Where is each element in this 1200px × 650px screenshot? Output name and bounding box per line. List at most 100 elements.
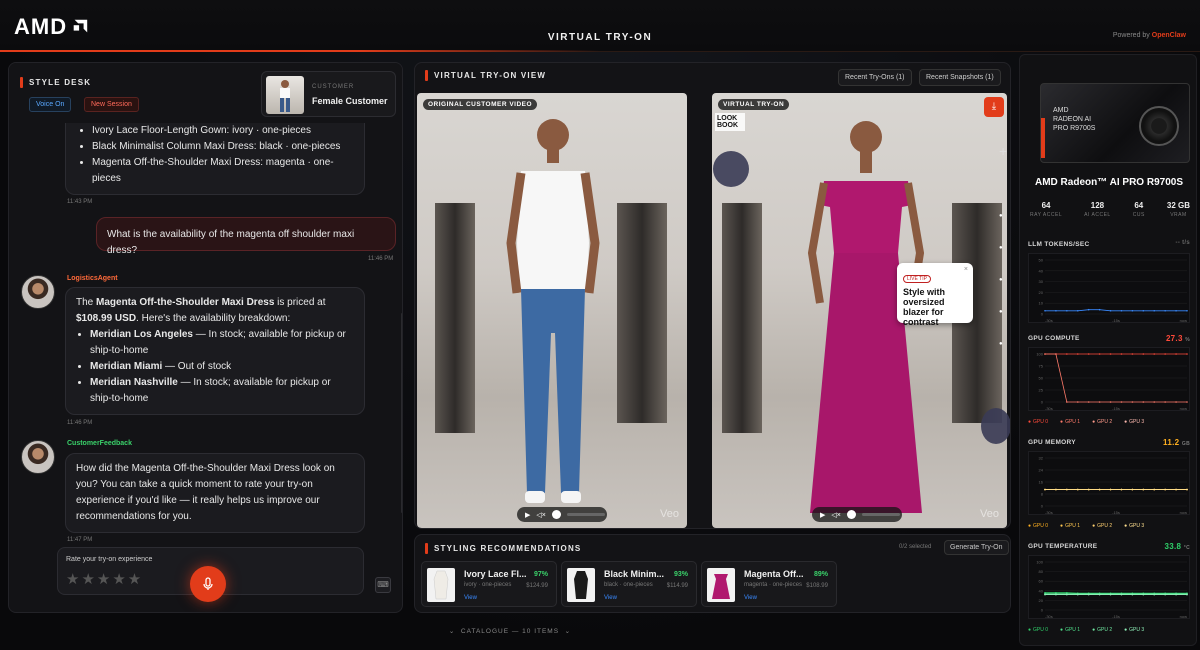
download-button[interactable]: ⤓ <box>984 97 1004 117</box>
logistics-agent-name: LogisticsAgent <box>67 275 118 282</box>
mute-icon[interactable]: ◁× <box>536 511 545 519</box>
microphone-button[interactable] <box>190 566 226 602</box>
timestamp: 11:43 PM <box>67 199 93 205</box>
gpu-specs: 64 RAY ACCEL 128 AI ACCEL 64 CUS 32 GB VRAM <box>1030 201 1190 218</box>
play-icon[interactable]: ▶ <box>820 511 825 519</box>
try-on-video-label: VIRTUAL TRY-ON <box>718 99 790 110</box>
keyboard-button[interactable]: ⌨ <box>375 577 391 593</box>
y-tick-label: 0 <box>1041 504 1044 509</box>
recent-snapshots-button[interactable]: Recent Snapshots (1) <box>919 69 1001 86</box>
product-thumbnail <box>427 568 455 602</box>
voice-on-chip[interactable]: Voice On <box>29 97 72 112</box>
rating-label: Rate your try-on experience <box>66 556 153 563</box>
data-point <box>1142 401 1145 403</box>
nav-dot[interactable]: ● <box>999 277 1003 283</box>
data-point <box>1087 488 1090 491</box>
video-player-controls[interactable]: ▶ ◁× <box>517 507 607 522</box>
product-subtitle: ivory · one-pieces <box>464 582 512 588</box>
data-point <box>1131 353 1134 355</box>
match-percent: 93% <box>673 571 688 578</box>
gpu-compute-header: GPU COMPUTE 27.3 % <box>1028 334 1190 343</box>
data-point <box>1098 353 1101 355</box>
data-point <box>1109 593 1112 596</box>
data-point <box>1175 488 1177 491</box>
data-point <box>1109 353 1112 355</box>
prev-nav-button[interactable] <box>713 151 749 187</box>
seek-track[interactable] <box>566 513 605 516</box>
play-icon[interactable]: ▶ <box>525 511 530 519</box>
add-button[interactable]: + <box>999 143 1007 159</box>
view-link[interactable]: View <box>604 595 617 601</box>
y-tick-label: 50 <box>1039 376 1044 381</box>
view-link[interactable]: View <box>464 595 477 601</box>
match-percent: 97% <box>533 571 548 578</box>
data-point <box>1098 488 1101 491</box>
top-bar: AMD VIRTUAL TRY-ON Powered by OpenClaw <box>0 0 1200 52</box>
data-point <box>1153 593 1156 596</box>
data-point <box>1087 593 1090 596</box>
seek-track[interactable] <box>861 513 900 516</box>
list-item: Ivory Lace Floor-Length Gown: ivory · on… <box>92 123 354 139</box>
nav-dot[interactable]: ● <box>999 309 1003 315</box>
spec-ai-accel: 128 AI ACCEL <box>1084 201 1111 218</box>
new-session-button[interactable]: New Session <box>84 97 139 112</box>
data-point <box>1098 401 1101 403</box>
list-item: Magenta Off-the-Shoulder Maxi Dress: mag… <box>92 155 354 187</box>
data-point <box>1076 353 1079 355</box>
data-point <box>1120 309 1123 312</box>
mute-icon[interactable]: ◁× <box>831 511 840 519</box>
customer-card[interactable]: CUSTOMER Female Customer <box>261 71 396 117</box>
nav-dot[interactable]: ● <box>999 213 1003 219</box>
gpu-memory-header: GPU MEMORY 11.2 GB <box>1028 438 1190 447</box>
recent-tryons-button[interactable]: Recent Try-Ons (1) <box>838 69 912 86</box>
data-point <box>1175 593 1177 596</box>
recommendation-card[interactable]: Ivory Lace Fl... ivory · one-pieces 97% … <box>421 561 557 607</box>
catalogue-toggle[interactable]: ⌄ CATALOGUE — 10 ITEMS ⌄ <box>0 627 1020 635</box>
x-tick-label: now <box>1180 614 1187 619</box>
try-on-panel: VIRTUAL TRY-ON VIEW Recent Try-Ons (1) R… <box>414 62 1011 529</box>
gpu-temp-header: GPU TEMPERATURE 33.8 °C <box>1028 542 1190 551</box>
video-player-controls[interactable]: ▶ ◁× <box>812 507 902 522</box>
agent-intro: The Magenta Off-the-Shoulder Maxi Dress … <box>76 297 326 324</box>
x-tick-label: now <box>1180 406 1187 411</box>
product-name: Black Minim... <box>604 569 665 579</box>
close-icon[interactable]: × <box>964 266 968 273</box>
data-point <box>1098 593 1101 596</box>
recommendation-card[interactable]: Magenta Off... magenta · one-pieces 89% … <box>701 561 837 607</box>
generate-tryon-button[interactable]: Generate Try-On <box>944 540 1009 555</box>
data-point <box>1186 353 1188 355</box>
data-point <box>1066 353 1068 355</box>
styling-recommendations-panel: STYLING RECOMMENDATIONS 0/2 selected Gen… <box>414 534 1011 613</box>
data-point <box>1120 401 1123 403</box>
chat-scrollbar[interactable] <box>401 313 402 513</box>
data-point <box>1142 488 1145 491</box>
data-point <box>1087 353 1090 355</box>
gpu-box-label: AMD RADEON AI PRO R9700S <box>1053 107 1096 132</box>
data-point <box>1066 309 1068 312</box>
seek-knob[interactable] <box>551 510 561 519</box>
data-point <box>1076 593 1079 596</box>
spec-ray-accel: 64 RAY ACCEL <box>1030 201 1063 218</box>
gpu-accent <box>1041 118 1045 158</box>
nav-dot[interactable]: ● <box>999 341 1003 347</box>
star-rating[interactable]: ★★★★★ <box>66 570 143 588</box>
data-point <box>1076 309 1079 312</box>
product-thumbnail <box>707 568 735 602</box>
data-point <box>1186 593 1188 596</box>
gpu-memory-value: 11.2 GB <box>1163 438 1190 447</box>
product-subtitle: magenta · one-pieces <box>744 582 803 588</box>
y-tick-label: 0 <box>1041 608 1044 613</box>
logistics-agent-message: The Magenta Off-the-Shoulder Maxi Dress … <box>65 287 365 415</box>
data-point <box>1044 353 1046 355</box>
product-subtitle: black · one-pieces <box>604 582 653 588</box>
feedback-agent-avatar <box>21 440 55 474</box>
veo-watermark: Veo <box>980 508 999 520</box>
recommendation-card[interactable]: Black Minim... black · one-pieces 93% $1… <box>561 561 697 607</box>
data-point <box>1131 488 1134 491</box>
seek-knob[interactable] <box>846 510 856 519</box>
nav-dot[interactable]: ● <box>999 245 1003 251</box>
view-link[interactable]: View <box>744 595 757 601</box>
next-nav-button[interactable] <box>981 408 1010 444</box>
data-point <box>1066 488 1068 491</box>
original-video[interactable]: ORIGINAL CUSTOMER VIDEO ▶ ◁× Veo <box>417 93 687 528</box>
